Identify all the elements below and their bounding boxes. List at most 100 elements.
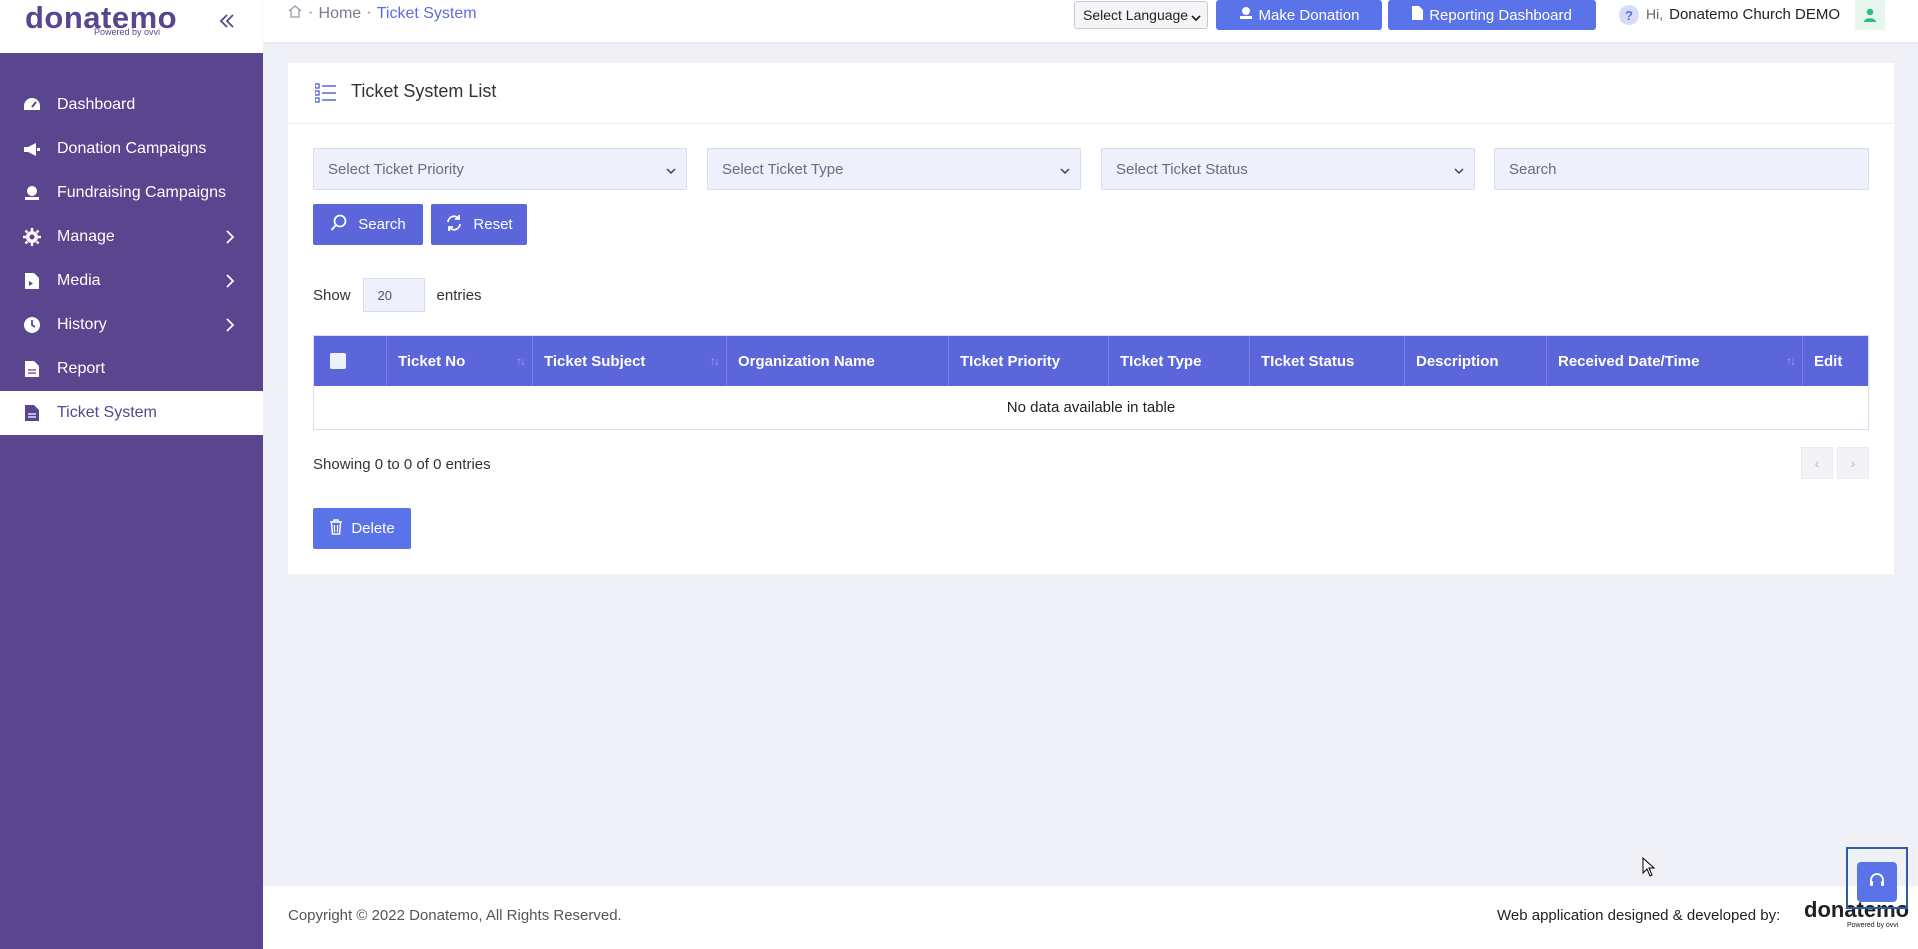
chevron-right-icon bbox=[225, 273, 235, 289]
sidebar-item-label: Donation Campaigns bbox=[57, 140, 207, 157]
select-all-header bbox=[314, 336, 387, 386]
trash-icon bbox=[329, 518, 343, 539]
page-title: Ticket System List bbox=[351, 81, 497, 101]
dashboard-icon bbox=[22, 95, 42, 115]
delete-button-label: Delete bbox=[351, 520, 395, 537]
chevron-right-icon bbox=[225, 317, 235, 333]
greeting-label: Hi, bbox=[1646, 6, 1664, 22]
user-avatar-icon[interactable] bbox=[1855, 0, 1885, 30]
breadcrumb-home[interactable]: Home bbox=[319, 5, 362, 23]
sidebar: donatemo Powered by ovvi Dashboard Donat… bbox=[0, 0, 263, 949]
sidebar-nav: Dashboard Donation Campaigns Fundraising… bbox=[0, 83, 263, 435]
sidebar-item-ticket-system[interactable]: Ticket System bbox=[0, 391, 263, 435]
language-select[interactable]: Select Language bbox=[1074, 1, 1208, 29]
sidebar-item-label: Dashboard bbox=[57, 96, 136, 113]
delete-button[interactable]: Delete bbox=[313, 508, 411, 549]
sidebar-item-media[interactable]: Media bbox=[0, 259, 263, 303]
sidebar-item-report[interactable]: Report bbox=[0, 347, 263, 391]
select-all-checkbox[interactable] bbox=[330, 353, 346, 369]
sidebar-item-donation-campaigns[interactable]: Donation Campaigns bbox=[0, 127, 263, 171]
ticket-status-value: Select Ticket Status bbox=[1116, 160, 1248, 178]
donation-icon bbox=[1239, 6, 1253, 24]
sidebar-item-manage[interactable]: Manage bbox=[0, 215, 263, 259]
copyright-text: Copyright © 2022 Donatemo, All Rights Re… bbox=[288, 907, 622, 924]
column-label: Received Date/Time bbox=[1558, 352, 1700, 370]
user-greeting: Hi, Donatemo Church DEMO bbox=[1646, 6, 1840, 23]
reporting-dashboard-label: Reporting Dashboard bbox=[1429, 6, 1572, 24]
chevron-down-icon bbox=[1060, 163, 1070, 180]
reset-button[interactable]: Reset bbox=[431, 204, 527, 245]
sidebar-item-dashboard[interactable]: Dashboard bbox=[0, 83, 263, 127]
reset-button-label: Reset bbox=[473, 216, 513, 233]
user-name[interactable]: Donatemo Church DEMO bbox=[1669, 6, 1840, 23]
column-label: Ticket Subject bbox=[544, 352, 646, 370]
chevron-down-icon bbox=[1454, 163, 1464, 180]
column-label: Organization Name bbox=[738, 352, 875, 370]
language-select-value: Select Language bbox=[1083, 7, 1189, 23]
chevron-down-icon bbox=[666, 163, 676, 180]
column-header-ticket-type[interactable]: TIcket Type bbox=[1109, 336, 1250, 386]
column-header-ticket-status[interactable]: TIcket Status bbox=[1250, 336, 1405, 386]
list-icon bbox=[314, 83, 337, 108]
next-page-button[interactable]: › bbox=[1837, 447, 1869, 479]
column-label: TIcket Type bbox=[1120, 352, 1202, 370]
ticket-type-select[interactable]: Select Ticket Type bbox=[707, 148, 1081, 190]
ticket-priority-value: Select Ticket Priority bbox=[328, 160, 464, 178]
breadcrumb: • Home • Ticket System bbox=[287, 4, 477, 23]
breadcrumb-separator: • bbox=[367, 8, 371, 19]
megaphone-icon bbox=[22, 139, 42, 159]
sort-icon: ↑↓ bbox=[516, 354, 526, 368]
column-header-description[interactable]: Description bbox=[1405, 336, 1547, 386]
document-icon bbox=[1412, 6, 1424, 24]
search-button-label: Search bbox=[358, 216, 406, 233]
column-header-ticket-subject[interactable]: Ticket Subject ↑↓ bbox=[533, 336, 727, 386]
help-icon[interactable]: ? bbox=[1619, 5, 1639, 25]
sidebar-item-label: Report bbox=[57, 360, 106, 377]
sidebar-item-fundraising-campaigns[interactable]: Fundraising Campaigns bbox=[0, 171, 263, 215]
sidebar-item-label: History bbox=[57, 316, 107, 333]
collapse-sidebar-icon[interactable] bbox=[216, 10, 238, 32]
developer-logo-subtitle: Powered by ovvi bbox=[1847, 922, 1899, 929]
breadcrumb-separator: • bbox=[309, 8, 313, 19]
previous-page-button[interactable]: ‹ bbox=[1801, 447, 1833, 479]
entries-length: Show 20 entries bbox=[313, 278, 482, 312]
column-label: TIcket Status bbox=[1261, 352, 1355, 370]
ticket-status-select[interactable]: Select Ticket Status bbox=[1101, 148, 1475, 190]
show-label: Show bbox=[313, 286, 351, 304]
reporting-dashboard-button[interactable]: Reporting Dashboard bbox=[1388, 0, 1596, 30]
column-header-edit[interactable]: Edit bbox=[1803, 336, 1868, 386]
column-header-ticket-priority[interactable]: TIcket Priority bbox=[949, 336, 1109, 386]
home-icon[interactable] bbox=[287, 4, 303, 23]
sidebar-item-label: Manage bbox=[57, 228, 115, 245]
entries-select[interactable]: 20 bbox=[362, 278, 425, 312]
ticket-priority-select[interactable]: Select Ticket Priority bbox=[313, 148, 687, 190]
column-header-organization-name[interactable]: Organization Name bbox=[727, 336, 949, 386]
table-header: Ticket No ↑↓ Ticket Subject ↑↓ Organizat… bbox=[314, 336, 1868, 386]
ticket-type-value: Select Ticket Type bbox=[722, 160, 844, 178]
column-header-received-date[interactable]: Received Date/Time ↑↓ bbox=[1547, 336, 1803, 386]
developer-credit: Web application designed & developed by: bbox=[1497, 907, 1781, 924]
clock-icon bbox=[22, 315, 42, 335]
search-icon bbox=[330, 214, 348, 236]
chevron-right-icon bbox=[225, 229, 235, 245]
card-header: Ticket System List bbox=[288, 63, 1894, 124]
footer: Copyright © 2022 Donatemo, All Rights Re… bbox=[263, 886, 1918, 949]
sidebar-item-label: Ticket System bbox=[57, 404, 157, 421]
sort-icon: ↑↓ bbox=[710, 354, 720, 368]
sort-icon: ↑↓ bbox=[1786, 354, 1796, 368]
column-header-ticket-no[interactable]: Ticket No ↑↓ bbox=[387, 336, 533, 386]
document-icon bbox=[22, 403, 42, 423]
gear-icon bbox=[22, 227, 42, 247]
search-button[interactable]: Search bbox=[313, 204, 423, 245]
sidebar-item-history[interactable]: History bbox=[0, 303, 263, 347]
refresh-icon bbox=[445, 214, 463, 236]
logo-area: donatemo Powered by ovvi bbox=[0, 0, 263, 53]
support-chat-button[interactable] bbox=[1857, 862, 1897, 902]
entries-label: entries bbox=[436, 286, 482, 304]
column-label: TIcket Priority bbox=[960, 352, 1061, 370]
search-input[interactable]: Search bbox=[1494, 148, 1869, 190]
make-donation-label: Make Donation bbox=[1258, 6, 1360, 24]
make-donation-button[interactable]: Make Donation bbox=[1216, 0, 1382, 30]
ticket-system-card: Ticket System List Select Ticket Priorit… bbox=[288, 63, 1894, 574]
column-label: Edit bbox=[1814, 352, 1843, 370]
